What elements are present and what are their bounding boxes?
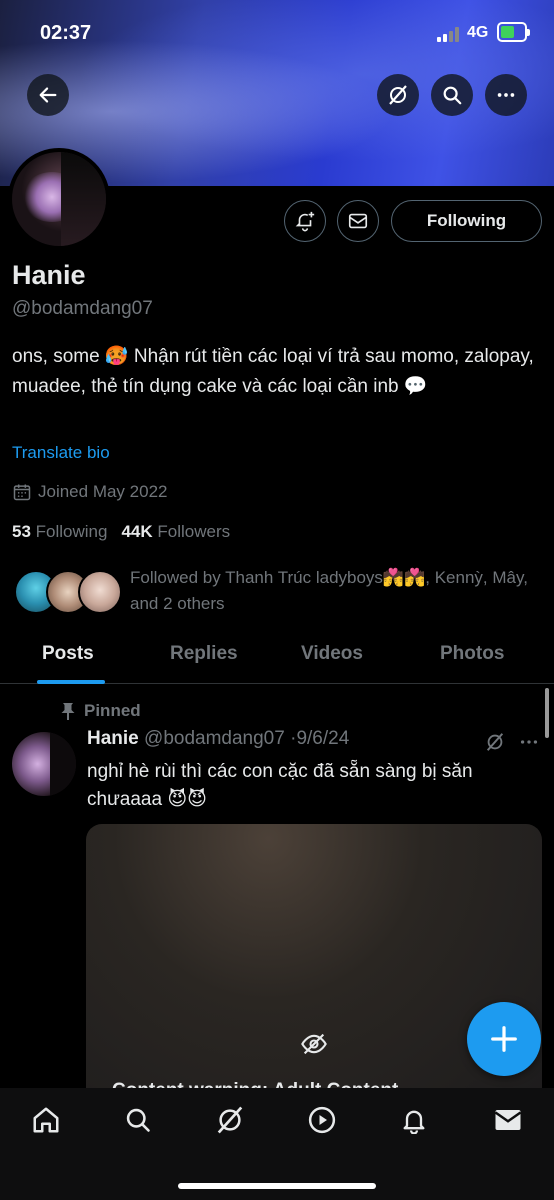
status-bar: 02:37 4G — [0, 0, 554, 62]
following-count: 53 — [12, 522, 31, 541]
notifications-button[interactable] — [284, 200, 326, 242]
network-label: 4G — [467, 24, 489, 41]
grok-icon — [389, 85, 407, 105]
pinned-indicator: Pinned — [60, 701, 141, 721]
post-text: nghỉ hè rùi thì các con cặc đã sẵn sàng … — [87, 761, 473, 810]
message-button[interactable] — [337, 200, 379, 242]
followers-link[interactable]: 44K Followers — [121, 522, 230, 542]
bell-plus-icon — [295, 211, 315, 232]
joined-text: Joined May 2022 — [38, 482, 168, 501]
calendar-icon — [13, 484, 31, 501]
post-grok-button[interactable] — [484, 731, 506, 758]
following-label: Following — [35, 522, 108, 541]
search-icon — [126, 1108, 150, 1132]
followers-label: Followers — [157, 522, 231, 541]
followers-count: 44K — [121, 522, 153, 541]
post-author[interactable]: Hanie — [87, 728, 139, 749]
back-arrow-icon — [39, 87, 57, 103]
plus-icon — [491, 1026, 517, 1052]
battery-icon — [497, 22, 530, 42]
nav-messages[interactable] — [492, 1104, 524, 1136]
post-avatar[interactable] — [12, 732, 76, 796]
tab-replies[interactable]: Replies — [170, 643, 238, 665]
profile-name: Hanie — [12, 260, 86, 290]
joined-date: Joined May 2022 — [12, 482, 167, 502]
profile-tabs: Posts Replies Videos Photos — [0, 630, 554, 684]
more-icon — [497, 93, 515, 97]
envelope-icon — [348, 213, 368, 229]
home-icon — [33, 1107, 59, 1133]
post-header: Hanie @bodamdang07 ·9/6/24 — [87, 728, 349, 750]
post-more-button[interactable] — [518, 731, 540, 758]
post-handle[interactable]: @bodamdang07 — [144, 728, 285, 749]
grok-icon — [486, 733, 504, 751]
bell-icon — [403, 1110, 425, 1134]
tab-videos[interactable]: Videos — [301, 643, 363, 665]
scrollbar[interactable] — [545, 688, 549, 738]
nav-home[interactable] — [30, 1104, 62, 1136]
signal-icon — [437, 26, 463, 42]
search-button[interactable] — [431, 74, 473, 116]
eye-off-icon — [301, 1033, 327, 1055]
compose-button[interactable] — [467, 1002, 541, 1076]
more-icon — [520, 740, 538, 744]
nav-grok[interactable] — [214, 1104, 246, 1136]
followed-by-avatars[interactable] — [14, 570, 124, 616]
grok-icon — [217, 1106, 243, 1134]
translate-bio-link[interactable]: Translate bio — [12, 443, 110, 463]
follow-counts: 53 Following 44K Followers — [12, 522, 230, 542]
active-tab-indicator — [37, 680, 105, 684]
pinned-label: Pinned — [84, 701, 141, 720]
following-button[interactable]: Following — [391, 200, 542, 242]
tab-posts[interactable]: Posts — [42, 643, 94, 665]
status-time: 02:37 — [40, 22, 92, 44]
back-button[interactable] — [27, 74, 69, 116]
grok-button[interactable] — [377, 74, 419, 116]
pin-icon — [61, 703, 75, 720]
envelope-icon — [494, 1110, 522, 1130]
avatar — [78, 570, 122, 614]
profile-bio: ons, some 🥵 Nhận rút tiền các loại ví tr… — [12, 346, 534, 397]
tab-photos[interactable]: Photos — [440, 643, 504, 665]
more-button[interactable] — [485, 74, 527, 116]
profile-handle: @bodamdang07 — [12, 298, 153, 319]
home-indicator[interactable] — [178, 1183, 376, 1189]
following-link[interactable]: 53 Following — [12, 522, 107, 542]
post-date[interactable]: 9/6/24 — [296, 728, 349, 749]
nav-search[interactable] — [122, 1104, 154, 1136]
profile-avatar[interactable] — [8, 148, 110, 250]
nav-notifications[interactable] — [398, 1104, 430, 1136]
post-media[interactable] — [86, 824, 542, 1124]
play-icon — [308, 1106, 336, 1134]
followed-by-text[interactable]: Followed by Thanh Trúc ladyboys💏💏, Kennỳ… — [130, 565, 545, 617]
nav-videos[interactable] — [306, 1104, 338, 1136]
search-icon — [443, 86, 462, 105]
